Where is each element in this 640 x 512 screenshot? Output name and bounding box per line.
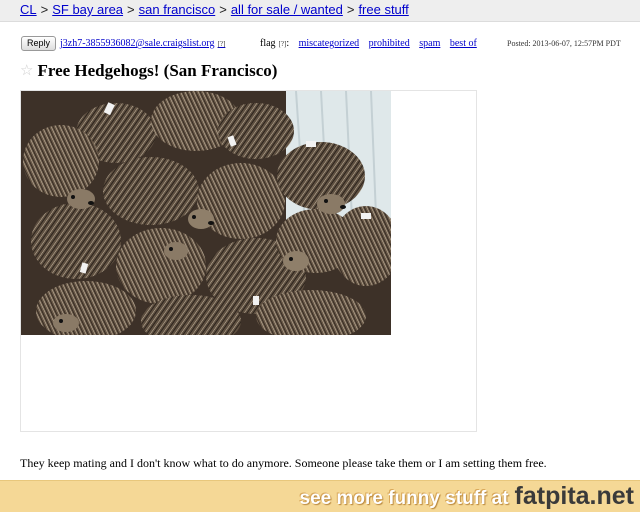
posting-body: They keep mating and I don't know what t… <box>20 456 547 470</box>
flag-prohibited-link[interactable]: prohibited <box>369 38 410 49</box>
flag-miscategorized-link[interactable]: miscategorized <box>299 38 360 49</box>
breadcrumb-cl[interactable]: CL <box>20 2 37 17</box>
watermark-text: see more funny stuff at fatpita.net <box>300 482 635 511</box>
hedgehog-photo-drawing <box>21 91 391 335</box>
flag-spam-link[interactable]: spam <box>419 38 440 49</box>
image-container <box>20 90 477 432</box>
breadcrumb-separator: > <box>127 2 135 17</box>
breadcrumb-san-francisco[interactable]: san francisco <box>139 2 216 17</box>
posted-date: Posted: 2013-06-07, 12:57PM PDT <box>507 39 621 48</box>
reply-email-text[interactable]: j3zh7-3855936082@sale.craigslist.org <box>60 38 215 49</box>
post-info-bar: Reply j3zh7-3855936082@sale.craigslist.o… <box>21 36 621 52</box>
breadcrumb-all-for-sale[interactable]: all for sale / wanted <box>231 2 343 17</box>
breadcrumb-separator: > <box>40 2 49 17</box>
posting-title-row: ☆ Free Hedgehogs! (San Francisco) <box>20 61 277 83</box>
hedgehog-photo[interactable] <box>21 91 391 335</box>
reply-email-link[interactable]: j3zh7-3855936082@sale.craigslist.org [?] <box>60 37 225 51</box>
reply-button[interactable]: Reply <box>21 36 57 51</box>
breadcrumb-free-stuff[interactable]: free stuff <box>358 2 408 17</box>
reply-help-link[interactable]: [?] <box>218 40 226 48</box>
flag-colon: : <box>286 38 290 49</box>
breadcrumb-separator: > <box>219 2 227 17</box>
flag-best-of-link[interactable]: best of <box>450 38 477 49</box>
breadcrumb-sf-bay-area[interactable]: SF bay area <box>52 2 123 17</box>
breadcrumb: CL > SF bay area > san francisco > all for sal… <box>0 0 640 22</box>
watermark-banner: see more funny stuff at fatpita.net <box>0 480 640 512</box>
posting-title: Free Hedgehogs! (San Francisco) <box>37 61 278 80</box>
flag-label: flag <box>260 38 276 49</box>
watermark-site: fatpita.net <box>514 482 634 510</box>
star-icon[interactable]: ☆ <box>20 61 33 79</box>
flag-group: flag [?]: miscategorized prohibited spam … <box>260 37 477 51</box>
watermark-prefix: see more funny stuff at <box>299 488 509 509</box>
breadcrumb-separator: > <box>346 2 355 17</box>
